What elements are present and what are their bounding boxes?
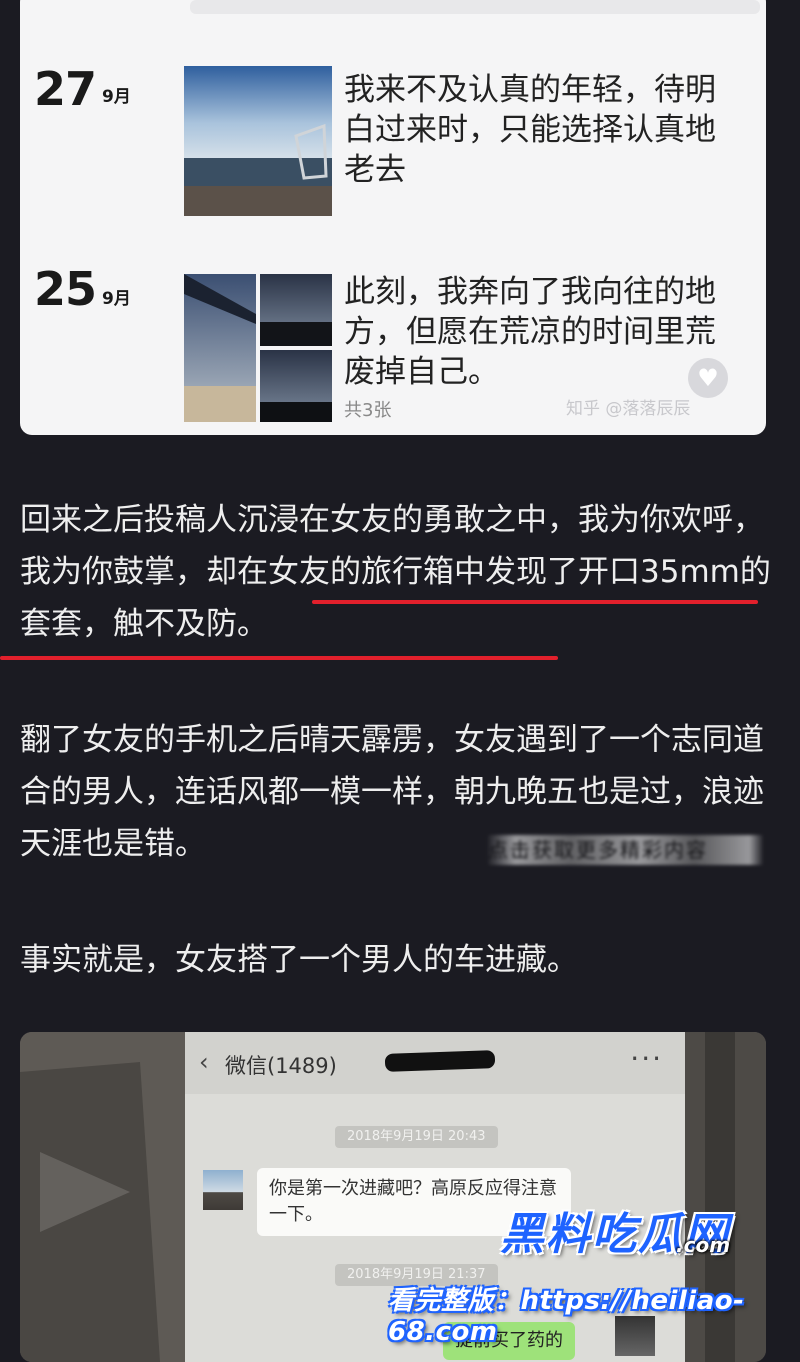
redacted-name — [384, 1050, 496, 1072]
post-day: 27 — [34, 62, 97, 116]
photo-count: 共3张 — [344, 400, 392, 421]
chat-header: ‹ 微信(1489) ··· — [185, 1032, 685, 1094]
contact-avatar[interactable] — [203, 1170, 243, 1210]
post-day: 25 — [34, 262, 97, 316]
timestamp: 2018年9月19日 20:43 — [335, 1126, 498, 1148]
post-photo[interactable] — [184, 66, 332, 216]
photo-grid-icon — [184, 274, 332, 422]
blurred-watermark: 点击获取更多精彩内容 — [488, 835, 763, 865]
red-underline-1 — [312, 600, 758, 604]
heart-icon[interactable]: ♥ — [688, 358, 728, 398]
post-text: 我来不及认真的年轻，待明白过来时，只能选择认真地老去 — [344, 72, 716, 188]
paragraph-1: 回来之后投稿人沉浸在女友的勇敢之中，我为你欢呼，我为你鼓掌，却在女友的旅行箱中发… — [20, 494, 780, 650]
post-month: 9月 — [102, 87, 131, 107]
moments-card: 27 9月 我来不及认真的年轻，待明白过来时，只能选择认真地老去 25 9月 此… — [20, 0, 766, 435]
zhihu-watermark: 知乎 @落落辰辰 — [566, 399, 691, 419]
paragraph-3: 事实就是，女友搭了一个男人的车进藏。 — [20, 942, 578, 978]
site-url: 看完整版：https://heiliao-68.com — [388, 1286, 745, 1347]
sea-photo-icon — [184, 66, 332, 216]
previous-post-bar — [190, 0, 760, 14]
room-background-icon — [20, 1032, 185, 1362]
post-text: 此刻，我奔向了我向往的地方，但愿在荒凉的时间里荒废掉自己。 — [344, 274, 716, 390]
post-photo-grid[interactable] — [184, 274, 332, 422]
more-icon[interactable]: ··· — [630, 1042, 663, 1075]
red-underline-2 — [0, 656, 558, 660]
back-arrow-icon[interactable]: ‹ — [199, 1048, 209, 1076]
post-month: 9月 — [102, 289, 131, 309]
back-label[interactable]: 微信(1489) — [225, 1050, 337, 1080]
site-domain: .com — [676, 1233, 731, 1257]
